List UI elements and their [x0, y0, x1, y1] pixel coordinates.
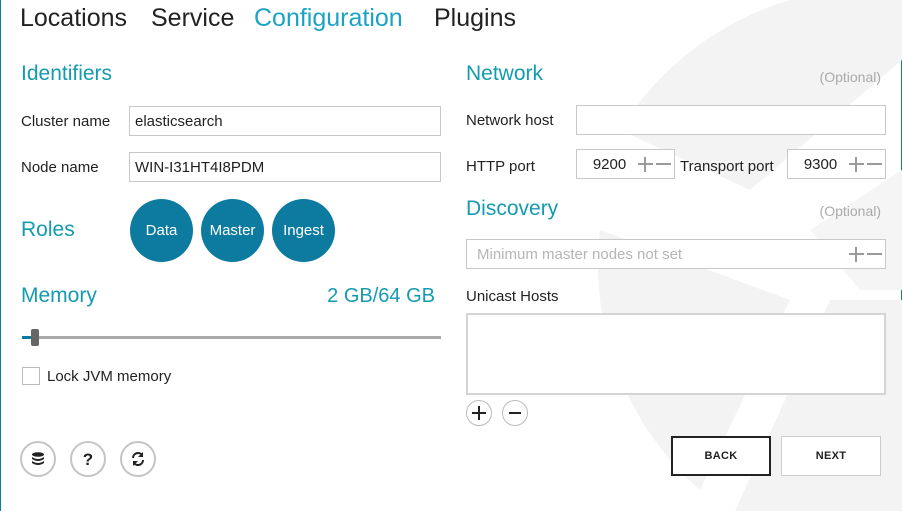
transport-port-value: 9300	[803, 155, 838, 173]
tab-configuration[interactable]: Configuration	[254, 4, 403, 33]
next-button[interactable]: NEXT	[781, 436, 881, 476]
role-data-button[interactable]: Data	[130, 199, 193, 262]
cluster-name-label: Cluster name	[21, 113, 111, 130]
database-icon	[32, 451, 44, 465]
network-host-input[interactable]	[576, 105, 886, 135]
http-port-label: HTTP port	[466, 158, 535, 175]
plus-icon[interactable]	[637, 156, 653, 172]
remove-host-button[interactable]	[502, 400, 528, 426]
plus-icon[interactable]	[848, 246, 864, 262]
identifiers-title: Identifiers	[21, 62, 113, 85]
transport-port-label: Transport port	[680, 158, 774, 175]
memory-slider[interactable]	[22, 329, 441, 346]
refresh-button[interactable]	[120, 441, 156, 477]
help-icon: ?	[82, 449, 94, 469]
memory-title: Memory	[21, 284, 97, 307]
minus-icon[interactable]	[866, 247, 882, 262]
tab-plugins[interactable]: Plugins	[434, 4, 516, 33]
refresh-icon	[132, 452, 144, 466]
transport-port-stepper[interactable]: 9300	[787, 149, 886, 179]
memory-value: 2 GB/64 GB	[327, 285, 435, 307]
node-name-input[interactable]	[129, 152, 441, 182]
back-button[interactable]: BACK	[671, 436, 771, 476]
role-ingest-button[interactable]: Ingest	[272, 199, 335, 262]
min-master-nodes-stepper[interactable]: Minimum master nodes not set	[466, 239, 886, 269]
discovery-optional-label: (Optional)	[819, 203, 881, 219]
remove-icon	[509, 412, 521, 414]
network-optional-label: (Optional)	[819, 69, 881, 85]
help-button[interactable]: ?	[70, 441, 106, 477]
tab-locations[interactable]: Locations	[20, 4, 127, 33]
minus-icon[interactable]	[655, 157, 671, 172]
cluster-name-input[interactable]	[129, 106, 441, 136]
http-port-stepper[interactable]: 9200	[576, 149, 675, 179]
roles-title: Roles	[21, 218, 75, 241]
min-master-nodes-placeholder: Minimum master nodes not set	[477, 245, 683, 263]
plus-icon[interactable]	[848, 156, 864, 172]
role-master-button[interactable]: Master	[201, 199, 264, 262]
add-icon	[472, 406, 486, 420]
node-name-label: Node name	[21, 159, 99, 176]
memory-slider-thumb[interactable]	[31, 329, 39, 346]
lock-jvm-memory-label: Lock JVM memory	[47, 368, 172, 385]
minus-icon[interactable]	[866, 157, 882, 172]
unicast-hosts-textarea[interactable]	[466, 313, 886, 395]
unicast-hosts-label: Unicast Hosts	[466, 288, 559, 305]
tab-service[interactable]: Service	[151, 4, 234, 33]
discovery-title: Discovery	[466, 197, 559, 220]
http-port-value: 9200	[592, 155, 627, 173]
network-host-label: Network host	[466, 112, 554, 129]
add-host-button[interactable]	[466, 400, 492, 426]
database-button[interactable]	[20, 441, 56, 477]
network-title: Network	[466, 62, 544, 85]
lock-jvm-memory-checkbox[interactable]	[22, 367, 40, 385]
